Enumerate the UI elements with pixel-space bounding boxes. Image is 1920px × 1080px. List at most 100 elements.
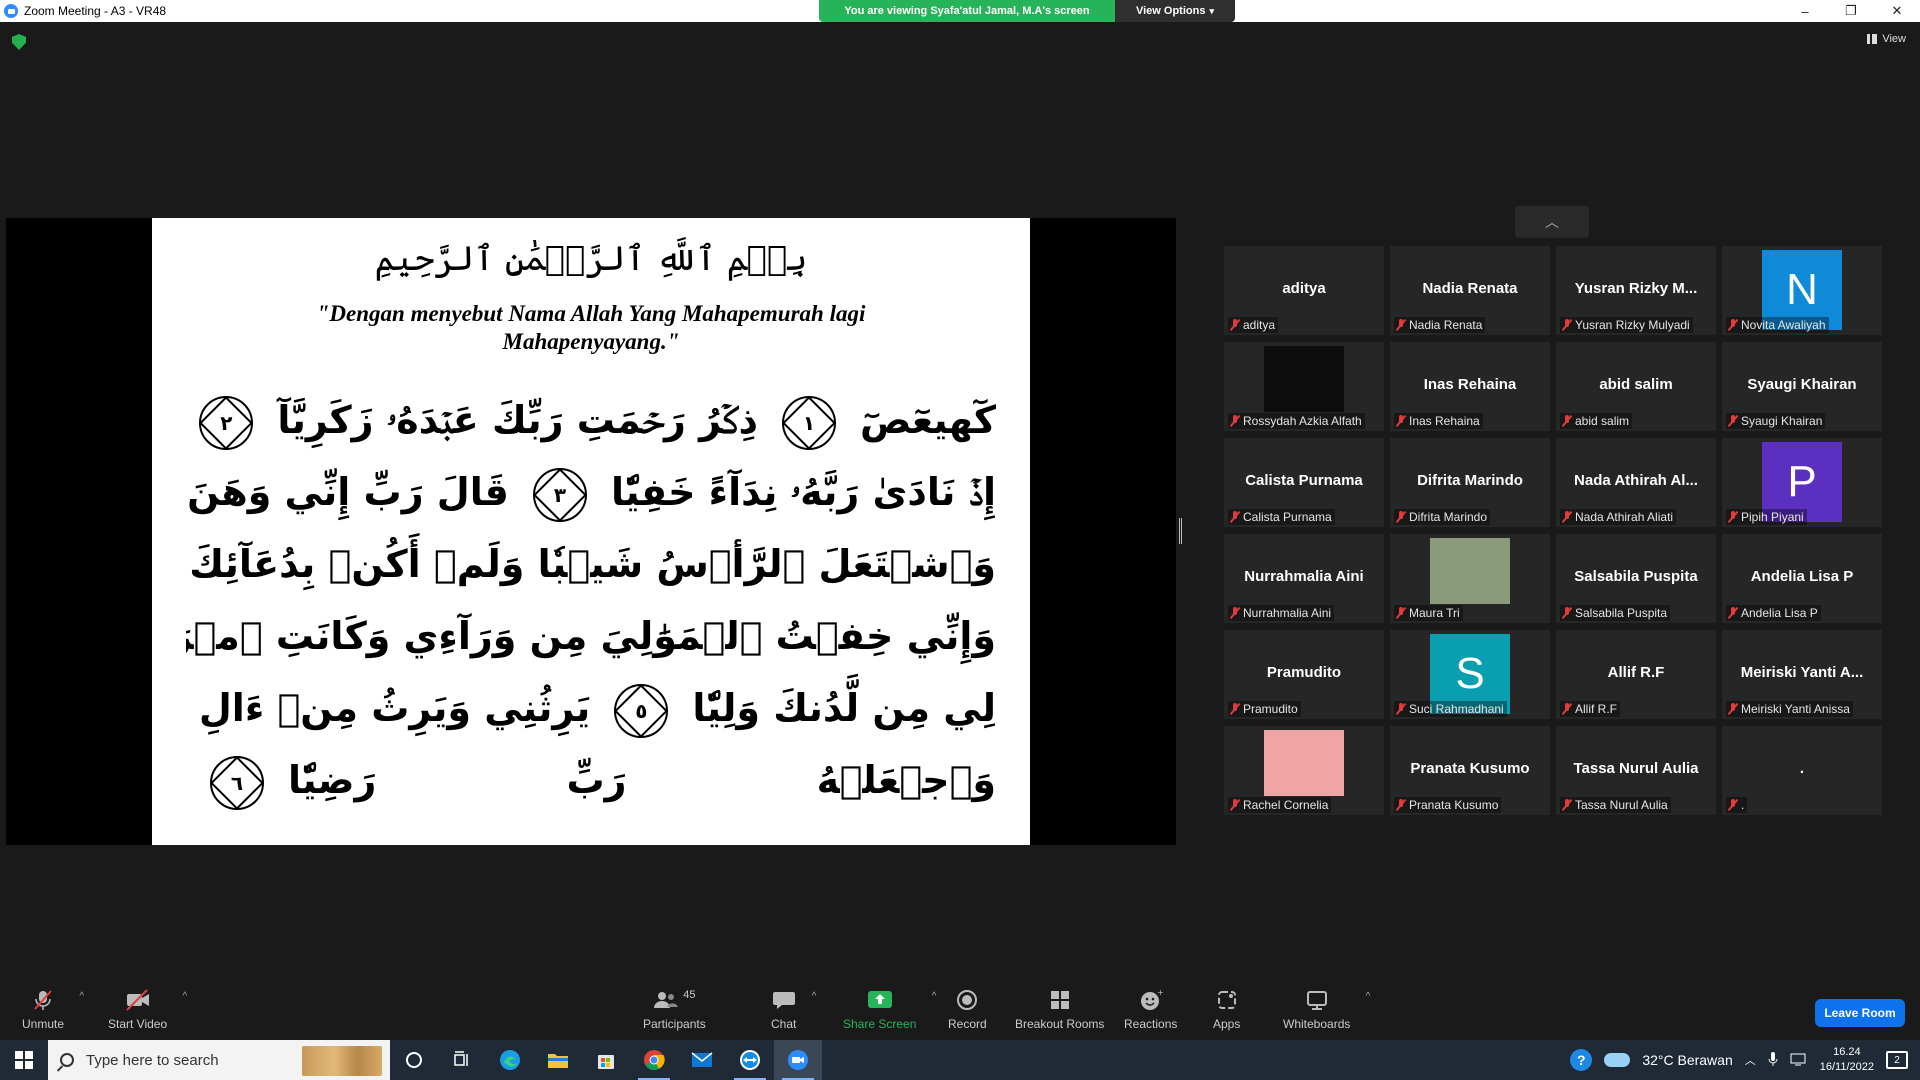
whiteboard-options-caret-icon[interactable]: ^ xyxy=(1366,991,1371,1002)
chevron-down-icon: ▾ xyxy=(1209,5,1214,16)
participant-tile[interactable]: Tassa Nurul Aulia Tassa Nurul Aulia xyxy=(1556,726,1716,815)
participant-tile[interactable]: Nadia Renata Nadia Renata xyxy=(1390,246,1550,335)
verse-text: إِذۡ نَادَىٰ رَبَّهُۥ نِدَآءً خَفِيّٗا xyxy=(610,470,996,514)
unmute-button[interactable]: Unmute ^ xyxy=(22,989,84,1031)
panel-resize-handle[interactable] xyxy=(1179,518,1182,544)
audio-options-caret-icon[interactable]: ^ xyxy=(79,991,84,1002)
chat-options-caret-icon[interactable]: ^ xyxy=(812,991,817,1002)
chrome-icon[interactable] xyxy=(630,1040,678,1080)
microsoft-store-icon[interactable] xyxy=(582,1040,630,1080)
reactions-button[interactable]: + Reactions xyxy=(1124,989,1177,1031)
participant-name-label: Tassa Nurul Aulia xyxy=(1560,797,1671,813)
muted-mic-icon xyxy=(1397,799,1405,811)
participant-video-thumbnail xyxy=(1264,346,1344,412)
participant-name-label: Nada Athirah Aliati xyxy=(1560,509,1677,525)
muted-mic-icon xyxy=(1729,319,1737,331)
reactions-label: Reactions xyxy=(1124,1017,1178,1031)
apps-button[interactable]: Apps xyxy=(1213,989,1240,1031)
mail-icon[interactable] xyxy=(678,1040,726,1080)
network-icon[interactable] xyxy=(1790,1052,1808,1069)
participant-tile[interactable]: .. xyxy=(1722,726,1882,815)
view-options-button[interactable]: View Options ▾ xyxy=(1115,0,1235,22)
participant-tile[interactable]: Allif R.F Allif R.F xyxy=(1556,630,1716,719)
collapse-gallery-button[interactable]: ︿ xyxy=(1515,206,1589,238)
muted-mic-icon xyxy=(1729,511,1737,523)
participant-tile[interactable]: Nurrahmalia Aini Nurrahmalia Aini xyxy=(1224,534,1384,623)
breakout-rooms-button[interactable]: Breakout Rooms xyxy=(1015,989,1104,1031)
participant-tile[interactable]: Difrita Marindo Difrita Marindo xyxy=(1390,438,1550,527)
participant-display-name: Yusran Rizky M... xyxy=(1574,280,1698,297)
help-icon[interactable]: ? xyxy=(1570,1049,1593,1071)
participant-display-name: Pramudito xyxy=(1266,664,1342,681)
participant-name-label: abid salim xyxy=(1560,413,1633,429)
start-button[interactable] xyxy=(0,1040,48,1080)
ayah-number: ٢ xyxy=(220,410,233,435)
share-screen-icon xyxy=(867,989,893,1011)
participant-tile[interactable]: aditya aditya xyxy=(1224,246,1384,335)
weather-text[interactable]: 32°C Berawan xyxy=(1642,1052,1732,1068)
cortana-icon[interactable] xyxy=(390,1040,438,1080)
participant-tile[interactable]: Calista Purnama Calista Purnama xyxy=(1224,438,1384,527)
muted-mic-icon xyxy=(1563,703,1571,715)
participant-tile[interactable]: Andelia Lisa P Andelia Lisa P xyxy=(1722,534,1882,623)
participant-tile[interactable]: P Pipih Piyani xyxy=(1722,438,1882,527)
view-button[interactable]: View xyxy=(1867,33,1906,45)
teamviewer-icon[interactable] xyxy=(726,1040,774,1080)
participant-name-label: Salsabila Puspita xyxy=(1560,605,1671,621)
participant-tile[interactable]: Rossydah Azkia Alfath xyxy=(1224,342,1384,431)
participant-tile[interactable]: Meiriski Yanti A... Meiriski Yanti Anissa xyxy=(1722,630,1882,719)
muted-mic-icon xyxy=(1729,415,1737,427)
participant-tile[interactable]: S Suci Rahmadhani xyxy=(1390,630,1550,719)
participant-name: Salsabila Puspita xyxy=(1575,606,1668,620)
participant-gallery: aditya aditya Nadia Renata Nadia Renata Yusr… xyxy=(1224,246,1884,815)
encryption-shield-icon[interactable] xyxy=(12,34,26,50)
taskbar-search[interactable]: Type here to search xyxy=(48,1040,390,1080)
participant-name-label: Inas Rehaina xyxy=(1394,413,1483,429)
participant-tile[interactable]: Pramudito Pramudito xyxy=(1224,630,1384,719)
chat-button[interactable]: Chat ^ xyxy=(771,989,816,1031)
share-options-caret-icon[interactable]: ^ xyxy=(932,991,937,1002)
start-video-button[interactable]: Start Video ^ xyxy=(108,989,187,1031)
zoom-taskbar-icon[interactable] xyxy=(774,1040,822,1080)
participant-tile[interactable]: Inas Rehaina Inas Rehaina xyxy=(1390,342,1550,431)
participant-tile[interactable]: Syaugi Khairan Syaugi Khairan xyxy=(1722,342,1882,431)
share-screen-button[interactable]: Share Screen ^ xyxy=(843,989,936,1031)
restore-button[interactable]: ❐ xyxy=(1828,0,1874,22)
participant-tile[interactable]: abid salim abid salim xyxy=(1556,342,1716,431)
weather-cloud-icon[interactable] xyxy=(1604,1053,1631,1067)
participant-display-name: aditya xyxy=(1282,280,1326,297)
chat-bubble-icon xyxy=(772,989,796,1011)
participant-tile[interactable]: Maura Tri xyxy=(1390,534,1550,623)
notification-center-icon[interactable]: 2 xyxy=(1886,1051,1908,1069)
verse-line: إِذۡ نَادَىٰ رَبَّهُۥ نِدَآءً خَفِيّٗا ٣ ق… xyxy=(186,456,996,528)
system-tray: ? 32°C Berawan ︿ 16.24 16/11/2022 2 xyxy=(1570,1040,1920,1080)
participant-tile[interactable]: N Novita Awaliyah xyxy=(1722,246,1882,335)
participant-name: Allif R.F xyxy=(1575,702,1617,716)
participant-name: Suci Rahmadhani xyxy=(1409,702,1504,716)
participant-tile[interactable]: Pranata Kusumo Pranata Kusumo xyxy=(1390,726,1550,815)
participants-button[interactable]: 45 Participants xyxy=(643,989,706,1031)
participant-tile[interactable]: Nada Athirah Al... Nada Athirah Aliati xyxy=(1556,438,1716,527)
file-explorer-icon[interactable] xyxy=(534,1040,582,1080)
participant-tile[interactable]: Rachel Cornelia xyxy=(1224,726,1384,815)
microphone-tray-icon[interactable] xyxy=(1768,1051,1778,1070)
taskbar-clock[interactable]: 16.24 16/11/2022 xyxy=(1820,1045,1874,1075)
muted-mic-icon xyxy=(1397,607,1405,619)
task-view-icon[interactable] xyxy=(438,1040,486,1080)
participant-tile[interactable]: Salsabila Puspita Salsabila Puspita xyxy=(1556,534,1716,623)
close-button[interactable]: ✕ xyxy=(1874,0,1920,22)
participant-name: Meiriski Yanti Anissa xyxy=(1741,702,1850,716)
muted-mic-icon xyxy=(1231,607,1239,619)
minimize-button[interactable]: – xyxy=(1782,0,1828,22)
video-options-caret-icon[interactable]: ^ xyxy=(182,991,187,1002)
edge-browser-icon[interactable] xyxy=(486,1040,534,1080)
whiteboards-button[interactable]: Whiteboards ^ xyxy=(1283,989,1370,1031)
search-icon xyxy=(60,1053,74,1067)
leave-room-button[interactable]: Leave Room xyxy=(1815,999,1905,1027)
record-button[interactable]: Record xyxy=(948,989,987,1031)
participant-name-label: Novita Awaliyah xyxy=(1726,317,1829,333)
verse-text: وَٱشۡتَعَلَ ٱلرَّأۡسُ شَيۡبٗا وَلَمۡ أَك… xyxy=(186,542,996,586)
smiley-icon: + xyxy=(1139,989,1163,1011)
participant-tile[interactable]: Yusran Rizky M... Yusran Rizky Mulyadi xyxy=(1556,246,1716,335)
tray-overflow-chevron-icon[interactable]: ︿ xyxy=(1745,1052,1756,1068)
